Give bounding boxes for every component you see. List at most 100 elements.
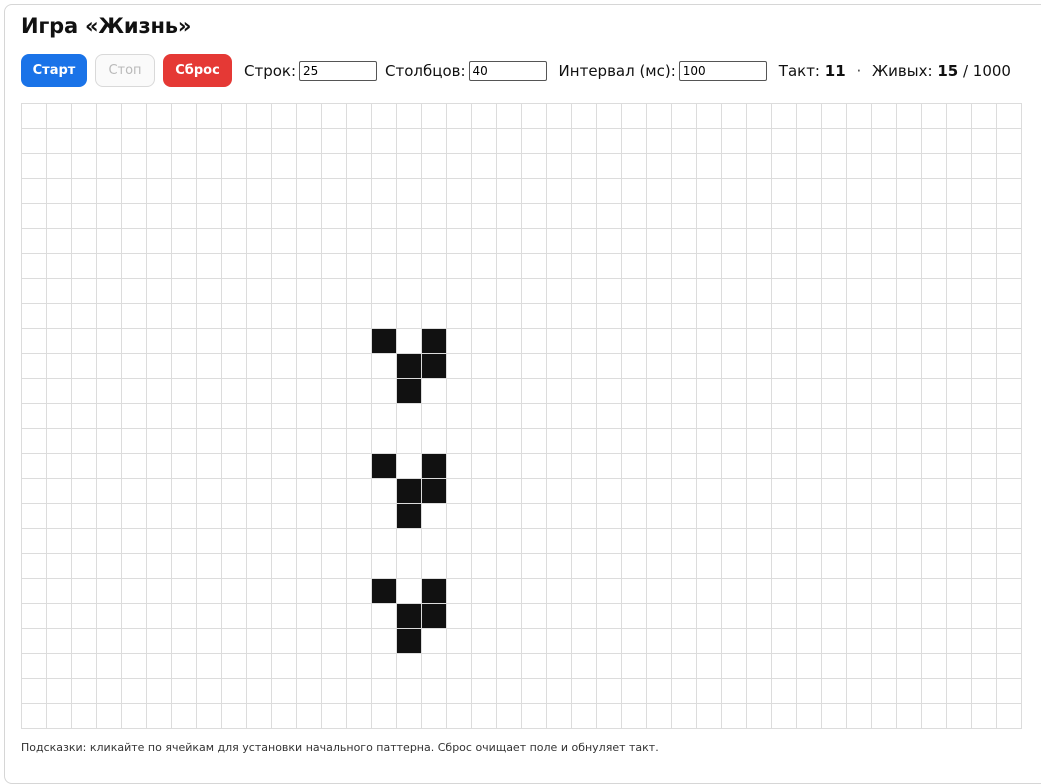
grid-cell[interactable]	[672, 354, 697, 379]
grid-cell[interactable]	[122, 304, 147, 329]
grid-cell[interactable]	[747, 704, 772, 729]
grid-cell[interactable]	[622, 279, 647, 304]
grid-cell[interactable]	[547, 454, 572, 479]
grid-cell[interactable]	[47, 454, 72, 479]
grid-cell[interactable]	[397, 454, 422, 479]
grid-cell[interactable]	[647, 504, 672, 529]
grid-cell[interactable]	[247, 204, 272, 229]
grid-cell[interactable]	[547, 479, 572, 504]
grid-cell[interactable]	[72, 329, 97, 354]
grid-cell[interactable]	[922, 454, 947, 479]
grid-cell[interactable]	[747, 129, 772, 154]
grid-cell[interactable]	[22, 404, 47, 429]
grid-cell[interactable]	[222, 154, 247, 179]
grid-cell[interactable]	[597, 104, 622, 129]
grid-cell[interactable]	[497, 129, 522, 154]
grid-cell[interactable]	[22, 379, 47, 404]
grid-cell[interactable]	[647, 604, 672, 629]
grid-cell[interactable]	[297, 379, 322, 404]
grid-cell[interactable]	[422, 679, 447, 704]
grid-cell[interactable]	[847, 329, 872, 354]
grid-cell[interactable]	[572, 404, 597, 429]
grid-cell[interactable]	[172, 504, 197, 529]
grid-cell[interactable]	[672, 529, 697, 554]
grid-cell[interactable]	[472, 154, 497, 179]
grid-cell[interactable]	[247, 304, 272, 329]
grid-cell[interactable]	[572, 229, 597, 254]
grid-cell[interactable]	[622, 629, 647, 654]
grid-cell[interactable]	[297, 204, 322, 229]
grid-cell[interactable]	[397, 554, 422, 579]
grid-cell[interactable]	[47, 304, 72, 329]
grid-cell[interactable]	[622, 229, 647, 254]
grid-cell[interactable]	[147, 704, 172, 729]
grid-cell[interactable]	[672, 579, 697, 604]
grid-cell[interactable]	[597, 429, 622, 454]
grid-cell[interactable]	[797, 629, 822, 654]
grid-cell[interactable]	[372, 604, 397, 629]
grid-cell[interactable]	[522, 204, 547, 229]
grid-cell[interactable]	[447, 504, 472, 529]
grid-cell[interactable]	[722, 479, 747, 504]
grid-cell[interactable]	[322, 554, 347, 579]
grid-cell[interactable]	[147, 254, 172, 279]
grid-cell[interactable]	[747, 654, 772, 679]
grid-cell[interactable]	[497, 254, 522, 279]
grid-cell[interactable]	[97, 154, 122, 179]
grid-cell[interactable]	[997, 529, 1022, 554]
grid-cell[interactable]	[172, 329, 197, 354]
grid-cell[interactable]	[872, 354, 897, 379]
grid-cell[interactable]	[247, 154, 272, 179]
grid-cell[interactable]	[272, 129, 297, 154]
grid-cell[interactable]	[122, 529, 147, 554]
grid-cell[interactable]	[22, 354, 47, 379]
grid-cell[interactable]	[797, 429, 822, 454]
grid-cell[interactable]	[422, 104, 447, 129]
grid-cell[interactable]	[947, 454, 972, 479]
grid-cell[interactable]	[372, 429, 397, 454]
grid-cell[interactable]	[772, 204, 797, 229]
grid-cell[interactable]	[847, 354, 872, 379]
grid-cell[interactable]	[747, 454, 772, 479]
grid-cell[interactable]	[472, 479, 497, 504]
grid-cell[interactable]	[597, 129, 622, 154]
grid-cell[interactable]	[497, 204, 522, 229]
grid-cell[interactable]	[222, 404, 247, 429]
grid-cell[interactable]	[572, 179, 597, 204]
grid-cell[interactable]	[247, 629, 272, 654]
grid-cell[interactable]	[597, 679, 622, 704]
grid-cell[interactable]	[522, 104, 547, 129]
grid-cell[interactable]	[97, 229, 122, 254]
grid-cell[interactable]	[797, 554, 822, 579]
grid-cell[interactable]	[322, 654, 347, 679]
grid-cell[interactable]	[497, 579, 522, 604]
grid-cell[interactable]	[122, 129, 147, 154]
grid-cell[interactable]	[972, 329, 997, 354]
grid-cell[interactable]	[547, 679, 572, 704]
grid-cell[interactable]	[722, 354, 747, 379]
grid-cell[interactable]	[347, 404, 372, 429]
grid-cell[interactable]	[497, 704, 522, 729]
grid-cell[interactable]	[822, 154, 847, 179]
grid-cell[interactable]	[722, 579, 747, 604]
grid-cell[interactable]	[197, 429, 222, 454]
grid-cell[interactable]	[697, 154, 722, 179]
grid-cell[interactable]	[722, 554, 747, 579]
grid-cell[interactable]	[422, 304, 447, 329]
grid-cell[interactable]	[572, 204, 597, 229]
grid-cell[interactable]	[972, 354, 997, 379]
grid-cell[interactable]	[847, 104, 872, 129]
grid-cell[interactable]	[822, 704, 847, 729]
grid-cell[interactable]	[297, 229, 322, 254]
grid-cell[interactable]	[647, 529, 672, 554]
grid-cell[interactable]	[922, 529, 947, 554]
grid-cell[interactable]	[47, 279, 72, 304]
grid-cell[interactable]	[247, 104, 272, 129]
grid-cell[interactable]	[122, 379, 147, 404]
start-button[interactable]: Старт	[21, 54, 87, 87]
grid-cell[interactable]	[447, 329, 472, 354]
grid-cell[interactable]	[522, 404, 547, 429]
grid-cell[interactable]	[297, 429, 322, 454]
grid-cell[interactable]	[672, 679, 697, 704]
grid-cell[interactable]	[597, 529, 622, 554]
